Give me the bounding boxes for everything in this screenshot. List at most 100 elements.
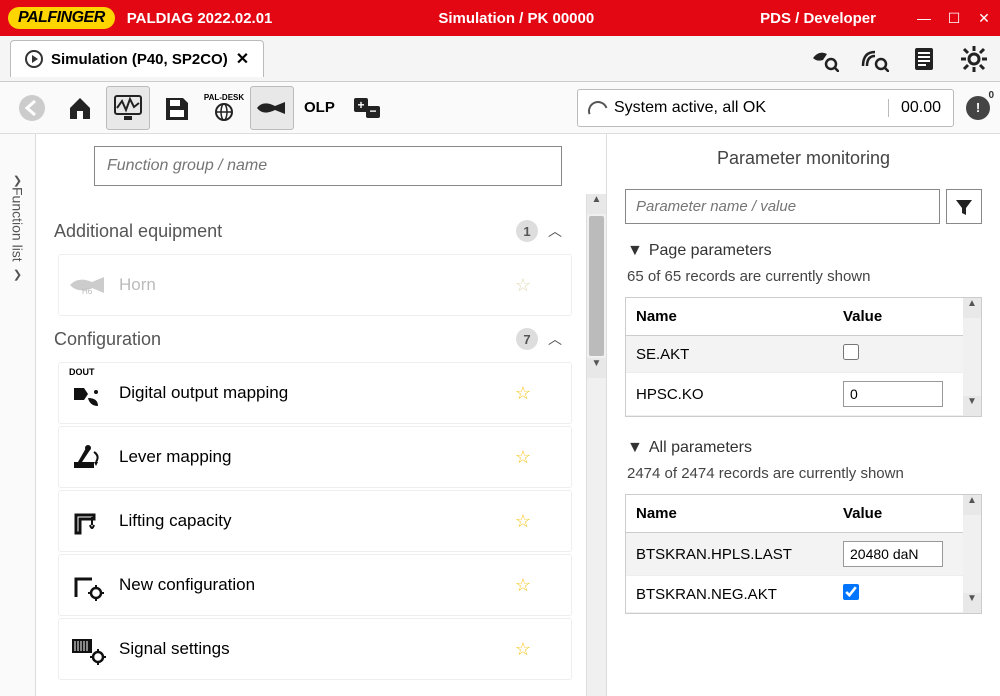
section-header-page-parameters[interactable]: ▼ Page parameters xyxy=(615,238,992,264)
param-name: SE.AKT xyxy=(626,338,833,371)
column-header-value: Value xyxy=(833,298,963,335)
list-item[interactable]: Lifting capacity ☆ xyxy=(58,490,572,552)
column-header-value: Value xyxy=(833,495,963,532)
list-item[interactable]: New configuration ☆ xyxy=(58,554,572,616)
signal-search-icon[interactable] xyxy=(858,43,890,75)
status-box: System active, all OK 00.00 xyxy=(577,89,954,127)
scrollbar[interactable]: ▲ ▼ xyxy=(586,194,606,696)
side-tab-label: Function list xyxy=(10,187,26,262)
scroll-up-icon[interactable]: ▲ xyxy=(963,495,981,515)
tab-strip: Simulation (P40, SP2CO) ✕ xyxy=(0,36,1000,82)
panel-title: Parameter monitoring xyxy=(615,148,992,169)
close-window-button[interactable]: ✕ xyxy=(976,10,992,26)
star-icon[interactable]: ☆ xyxy=(515,275,531,296)
group-header-additional-equipment[interactable]: Additional equipment 1 ︿ xyxy=(54,210,602,252)
param-checkbox[interactable] xyxy=(843,344,859,360)
status-time: 00.00 xyxy=(888,99,953,117)
alert-count: 0 xyxy=(988,90,994,101)
function-search-input[interactable] xyxy=(94,146,562,186)
group-header-configuration[interactable]: Configuration 7 ︿ xyxy=(54,318,602,360)
page-parameter-table: Name Value SE.AKT HPSC.KO ▲ ▼ xyxy=(625,297,982,417)
star-icon[interactable]: ☆ xyxy=(515,383,531,404)
section-title: All parameters xyxy=(649,439,752,457)
table-row[interactable]: HPSC.KO xyxy=(626,373,963,416)
horn-icon: H6 xyxy=(67,269,109,301)
list-item[interactable]: Signal settings ☆ xyxy=(58,618,572,680)
home-button[interactable] xyxy=(58,86,102,130)
table-row[interactable]: BTSKRAN.NEG.AKT xyxy=(626,576,963,613)
gear-icon[interactable] xyxy=(958,43,990,75)
chevron-up-icon: ︿ xyxy=(548,221,562,241)
parameter-search-input[interactable] xyxy=(625,189,940,224)
all-parameter-table: Name Value BTSKRAN.HPLS.LAST BTSKRAN.NEG… xyxy=(625,494,982,614)
crane-icon xyxy=(67,505,109,537)
param-value-input[interactable] xyxy=(843,381,943,407)
scroll-down-icon[interactable]: ▼ xyxy=(963,396,981,416)
section-header-all-parameters[interactable]: ▼ All parameters xyxy=(615,435,992,461)
status-text: System active, all OK xyxy=(578,99,888,117)
chevron-right-icon: ❯ xyxy=(13,268,22,281)
section-title: Page parameters xyxy=(649,242,772,260)
signal-settings-icon xyxy=(67,633,109,665)
param-name: HPSC.KO xyxy=(626,378,833,411)
paldesk-button[interactable]: PAL-DESK xyxy=(202,86,246,130)
triangle-down-icon: ▼ xyxy=(627,242,643,260)
scroll-down-icon[interactable]: ▼ xyxy=(963,593,981,613)
chevron-right-icon: ❯ xyxy=(13,174,22,187)
app-name: PALDIAG 2022.02.01 xyxy=(127,10,273,27)
item-label: New configuration xyxy=(119,575,515,595)
title-bar: PALFINGER PALDIAG 2022.02.01 Simulation … xyxy=(0,0,1000,36)
star-icon[interactable]: ☆ xyxy=(515,639,531,660)
svg-text:+: + xyxy=(357,98,364,112)
item-label: Signal settings xyxy=(119,639,515,659)
item-label: Lever mapping xyxy=(119,447,515,467)
scroll-up-icon[interactable]: ▲ xyxy=(587,194,606,214)
scroll-up-icon[interactable]: ▲ xyxy=(963,298,981,318)
svg-text:−: − xyxy=(369,104,376,118)
scroll-down-icon[interactable]: ▼ xyxy=(587,358,606,378)
group-count-badge: 1 xyxy=(516,220,538,242)
back-button[interactable] xyxy=(10,86,54,130)
title-role: PDS / Developer xyxy=(760,10,876,27)
svg-text:H6: H6 xyxy=(82,287,93,296)
item-label: Horn xyxy=(119,275,515,295)
item-label: Digital output mapping xyxy=(119,383,515,403)
function-list-panel: Additional equipment 1 ︿ H6 Horn ☆ Confi… xyxy=(36,134,606,696)
filter-button[interactable] xyxy=(946,189,982,224)
minimize-button[interactable]: — xyxy=(916,10,932,26)
parameter-monitoring-panel: Parameter monitoring ▼ Page parameters 6… xyxy=(606,134,1000,696)
tab-simulation[interactable]: Simulation (P40, SP2CO) ✕ xyxy=(10,40,264,77)
star-icon[interactable]: ☆ xyxy=(515,447,531,468)
scrollbar[interactable]: ▲ ▼ xyxy=(963,298,981,416)
list-item[interactable]: DOUT Digital output mapping ☆ xyxy=(58,362,572,424)
close-tab-icon[interactable]: ✕ xyxy=(236,49,249,69)
param-checkbox[interactable] xyxy=(843,584,859,600)
list-item[interactable]: Lever mapping ☆ xyxy=(58,426,572,488)
document-list-icon[interactable] xyxy=(908,43,940,75)
maximize-button[interactable]: ☐ xyxy=(946,10,962,26)
chevron-up-icon: ︿ xyxy=(548,329,562,349)
add-remove-button[interactable]: +− xyxy=(345,86,389,130)
side-tab[interactable]: ❯ Function list ❯ xyxy=(0,134,36,696)
alert-badge[interactable]: ! 0 xyxy=(966,96,990,120)
save-button[interactable] xyxy=(154,86,198,130)
star-icon[interactable]: ☆ xyxy=(515,511,531,532)
scrollbar[interactable]: ▲ ▼ xyxy=(963,495,981,613)
param-name: BTSKRAN.HPLS.LAST xyxy=(626,538,833,571)
scroll-thumb[interactable] xyxy=(589,216,604,356)
star-icon[interactable]: ☆ xyxy=(515,575,531,596)
monitor-button[interactable] xyxy=(106,86,150,130)
group-title: Configuration xyxy=(54,329,516,350)
table-row[interactable]: BTSKRAN.HPLS.LAST xyxy=(626,533,963,576)
lever-icon xyxy=(67,441,109,473)
param-value-input[interactable] xyxy=(843,541,943,567)
olp-label[interactable]: OLP xyxy=(304,99,335,116)
brush-search-icon[interactable] xyxy=(808,43,840,75)
list-item[interactable]: H6 Horn ☆ xyxy=(58,254,572,316)
param-name: BTSKRAN.NEG.AKT xyxy=(626,578,833,611)
horn-tool-button[interactable] xyxy=(250,86,294,130)
table-row[interactable]: SE.AKT xyxy=(626,336,963,373)
group-count-badge: 7 xyxy=(516,328,538,350)
title-center: Simulation / PK 00000 xyxy=(272,10,760,27)
output-icon xyxy=(67,377,109,409)
